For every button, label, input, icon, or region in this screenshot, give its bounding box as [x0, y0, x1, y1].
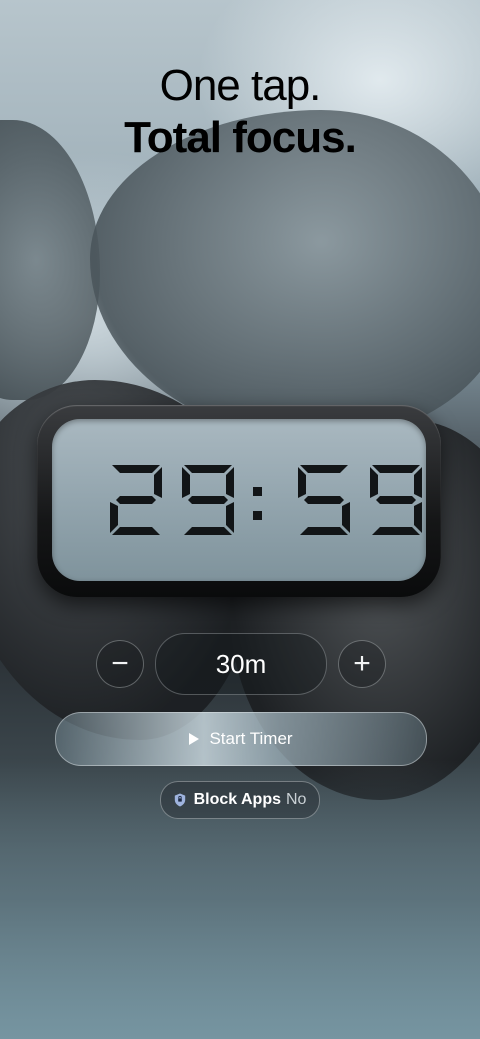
lcd-segment — [372, 527, 420, 535]
lcd-segment — [184, 527, 232, 535]
lcd-segment — [226, 467, 234, 498]
lcd-digit — [110, 465, 162, 535]
lcd-segment — [372, 465, 420, 473]
increase-duration-button[interactable]: + — [338, 640, 386, 688]
lcd-colon-dot — [253, 511, 262, 520]
duration-display[interactable]: 30m — [155, 633, 327, 695]
lcd-segment — [298, 467, 306, 498]
lcd-digit — [370, 465, 422, 535]
block-apps-toggle[interactable]: Block Apps No — [160, 781, 320, 819]
lcd-segment — [188, 496, 228, 504]
minus-icon: − — [111, 647, 129, 680]
lcd-segment — [116, 496, 156, 504]
start-timer-label: Start Timer — [209, 729, 293, 748]
lcd-segment — [414, 502, 422, 533]
shield-icon — [174, 793, 185, 807]
lcd-segment — [182, 467, 190, 498]
lcd-digit — [182, 465, 234, 535]
clock-digits — [110, 465, 422, 535]
lcd-segment — [342, 502, 350, 533]
decrease-duration-button[interactable]: − — [96, 640, 144, 688]
lcd-segment — [226, 502, 234, 533]
block-apps-value: No — [285, 791, 307, 808]
lcd-segment — [300, 465, 348, 473]
clock-screen — [52, 419, 426, 581]
lcd-segment — [414, 467, 422, 498]
headline-line-1: One tap. — [159, 61, 322, 110]
lcd-segment — [304, 496, 344, 504]
lcd-segment — [376, 496, 416, 504]
lcd-digit — [298, 465, 350, 535]
lcd-segment — [370, 467, 378, 498]
lcd-segment — [110, 502, 118, 533]
headline-line-2: Total focus. — [124, 113, 357, 162]
lcd-colon-dot — [253, 487, 262, 496]
lcd-segment — [154, 467, 162, 498]
lcd-segment — [300, 527, 348, 535]
headline: One tap. Total focus. — [0, 60, 480, 164]
play-icon — [189, 733, 200, 745]
plus-icon: + — [353, 647, 371, 680]
start-timer-button[interactable]: Start Timer — [55, 712, 427, 766]
lcd-segment — [112, 465, 160, 473]
lcd-segment — [184, 465, 232, 473]
block-apps-label: Block Apps — [193, 791, 281, 808]
lcd-segment — [112, 527, 160, 535]
lcd-clock — [37, 405, 441, 597]
